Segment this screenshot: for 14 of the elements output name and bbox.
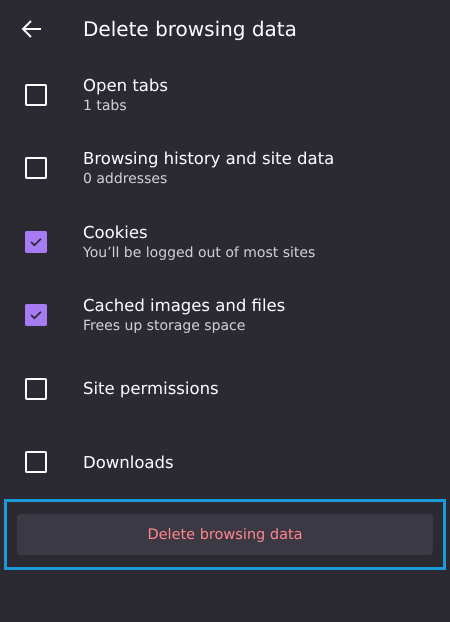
option-subtitle: 0 addresses — [83, 171, 168, 188]
screen-title: Delete browsing data — [83, 17, 297, 41]
option-title: Downloads — [83, 452, 174, 472]
checkbox[interactable] — [25, 230, 47, 253]
option-title: Open tabs — [83, 76, 168, 95]
option-subtitle: You’ll be logged out of most sites — [83, 244, 316, 261]
option-subtitle: 1 tabs — [83, 98, 128, 114]
delete-button[interactable]: Delete browsing data — [17, 514, 433, 555]
checkbox[interactable] — [25, 304, 47, 326]
option-title: Cookies — [83, 222, 149, 242]
option-title: Site permissions — [83, 379, 219, 398]
option-subtitle: Frees up storage space — [83, 318, 246, 334]
option-title: Cached images and files — [83, 296, 286, 316]
option-title: Browsing history and site data — [83, 149, 334, 168]
